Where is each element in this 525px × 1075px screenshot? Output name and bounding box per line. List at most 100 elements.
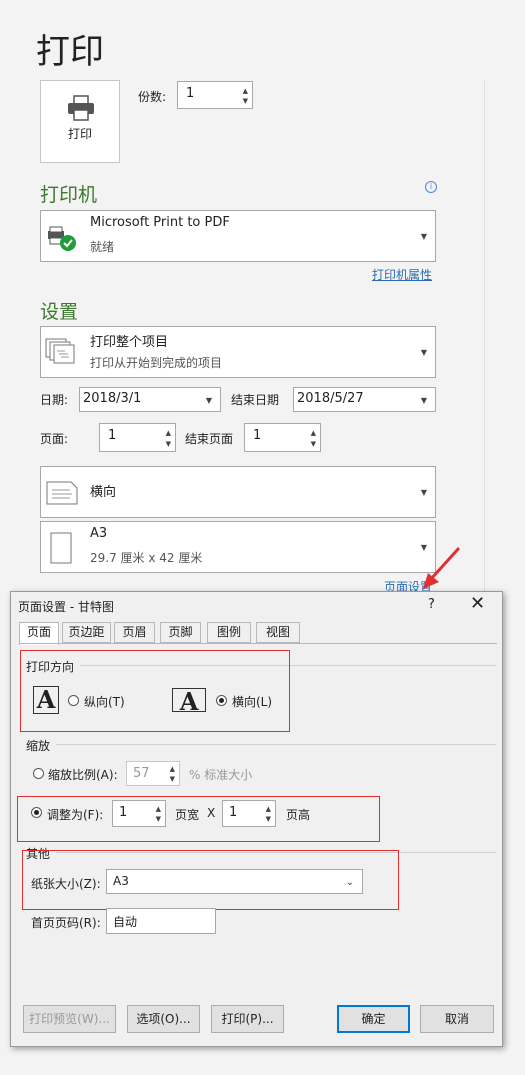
chevron-down-icon: ▼	[420, 488, 427, 497]
info-icon[interactable]: i	[425, 181, 437, 193]
tab-margins[interactable]: 页边距	[62, 622, 111, 643]
close-icon[interactable]: ✕	[470, 593, 485, 614]
fit-x-label: X	[207, 806, 216, 820]
portrait-page-icon	[50, 532, 72, 564]
start-date-picker[interactable]: 2018/3/1 ▼	[79, 387, 221, 412]
chevron-down-icon: ⌄	[345, 877, 354, 888]
end-date-value: 2018/5/27	[297, 391, 364, 406]
start-date-value: 2018/3/1	[83, 391, 142, 406]
copies-value: 1	[186, 86, 195, 101]
printer-dropdown[interactable]: Microsoft Print to PDF 就绪 ▼	[40, 210, 436, 262]
date-label: 日期:	[40, 393, 69, 407]
print-dialog-button[interactable]: 打印(P)...	[211, 1005, 284, 1033]
page-title: 打印	[36, 32, 104, 72]
spin-down-icon[interactable]: ▼	[170, 775, 175, 783]
adjust-label[interactable]: 缩放比例(A):	[48, 766, 118, 783]
adjust-stepper[interactable]: 57 ▲ ▼	[126, 761, 180, 786]
printer-properties-link[interactable]: 打印机属性	[372, 266, 432, 283]
fit-tall-label: 页高	[286, 808, 311, 822]
first-page-input[interactable]: 自动	[106, 908, 216, 934]
first-page-value: 自动	[113, 915, 138, 929]
paper-dimensions: 29.7 厘米 x 42 厘米	[90, 551, 203, 565]
portrait-a-icon: A	[33, 686, 59, 714]
landscape-radio[interactable]	[216, 695, 227, 706]
paper-size-dropdown[interactable]: A3 29.7 厘米 x 42 厘米 ▼	[40, 521, 436, 573]
fit-tall-value: 1	[229, 805, 238, 820]
chevron-down-icon: ▼	[420, 232, 427, 241]
spin-down-icon[interactable]: ▼	[311, 440, 316, 448]
printer-status: 就绪	[90, 240, 115, 254]
orientation-value: 横向	[90, 485, 117, 500]
fit-to-label[interactable]: 调整为(F):	[47, 806, 103, 823]
orientation-dropdown[interactable]: 横向 ▼	[40, 466, 436, 518]
spin-up-icon[interactable]: ▲	[311, 429, 316, 437]
adjust-radio[interactable]	[33, 768, 44, 779]
landscape-a-icon: A	[172, 688, 206, 715]
panel-divider	[484, 80, 485, 600]
paper-name: A3	[90, 526, 108, 541]
settings-section-title: 设置	[40, 301, 79, 323]
print-button[interactable]: 打印	[40, 80, 120, 163]
fit-wide-label: 页宽	[175, 808, 200, 822]
spin-up-icon[interactable]: ▲	[243, 87, 248, 95]
first-page-label: 首页页码(R):	[31, 916, 101, 930]
spin-down-icon[interactable]: ▼	[266, 815, 271, 823]
spin-down-icon[interactable]: ▼	[156, 815, 161, 823]
spin-up-icon[interactable]: ▲	[166, 429, 171, 437]
end-page-stepper[interactable]: 1 ▲ ▼	[244, 423, 321, 452]
pages-icon	[45, 338, 75, 364]
fit-wide-stepper[interactable]: 1 ▲ ▼	[112, 800, 166, 827]
copies-stepper[interactable]: 1 ▲ ▼	[177, 81, 253, 109]
tab-view[interactable]: 视图	[256, 622, 300, 643]
chevron-down-icon: ▼	[420, 348, 427, 357]
annotation-arrow	[423, 546, 461, 589]
scope-title: 打印整个项目	[90, 335, 169, 350]
spin-up-icon[interactable]: ▲	[170, 765, 175, 773]
scope-subtitle: 打印从开始到完成的项目	[90, 356, 223, 370]
end-page-value: 1	[253, 428, 262, 443]
paper-size-select[interactable]: A3 ⌄	[106, 869, 363, 894]
end-date-picker[interactable]: 2018/5/27 ▼	[293, 387, 436, 412]
adjust-value: 57	[133, 766, 150, 781]
landscape-label[interactable]: 横向(L)	[232, 693, 272, 710]
ok-button[interactable]: 确定	[337, 1005, 410, 1033]
print-preview-button[interactable]: 打印预览(W)...	[23, 1005, 116, 1033]
options-button[interactable]: 选项(O)...	[127, 1005, 200, 1033]
spin-up-icon[interactable]: ▲	[156, 805, 161, 813]
highlight-box	[20, 650, 290, 732]
cancel-button[interactable]: 取消	[420, 1005, 494, 1033]
scaling-group-label: 缩放	[26, 739, 51, 753]
fit-wide-value: 1	[119, 805, 128, 820]
help-icon[interactable]: ?	[428, 597, 435, 612]
dialog-title: 页面设置 - 甘特图	[18, 600, 114, 614]
spin-down-icon[interactable]: ▼	[166, 440, 171, 448]
print-scope-dropdown[interactable]: 打印整个项目 打印从开始到完成的项目 ▼	[40, 326, 436, 378]
copies-label: 份数:	[138, 90, 167, 104]
paper-size-select-value: A3	[113, 874, 129, 888]
printer-section-title: 打印机	[40, 184, 98, 206]
fit-to-radio[interactable]	[31, 807, 42, 818]
portrait-label[interactable]: 纵向(T)	[84, 693, 125, 710]
landscape-page-icon	[46, 481, 78, 505]
spin-down-icon[interactable]: ▼	[243, 97, 248, 105]
tab-header[interactable]: 页眉	[114, 622, 155, 643]
start-page-stepper[interactable]: 1 ▲ ▼	[99, 423, 176, 452]
fit-tall-stepper[interactable]: 1 ▲ ▼	[222, 800, 276, 827]
page-label: 页面:	[40, 432, 69, 446]
portrait-radio[interactable]	[68, 695, 79, 706]
group-divider	[56, 744, 496, 745]
paper-size-label: 纸张大小(Z):	[31, 877, 101, 891]
chevron-down-icon: ▼	[420, 396, 427, 405]
adjust-suffix: % 标准大小	[189, 768, 253, 782]
tab-legend[interactable]: 图例	[207, 622, 251, 643]
tab-footer[interactable]: 页脚	[160, 622, 201, 643]
printer-ready-icon	[48, 226, 76, 251]
spin-up-icon[interactable]: ▲	[266, 805, 271, 813]
printer-name: Microsoft Print to PDF	[90, 215, 230, 230]
tab-page[interactable]: 页面	[19, 622, 59, 645]
print-button-label: 打印	[67, 127, 92, 141]
end-page-label: 结束页面	[185, 432, 234, 446]
end-date-label: 结束日期	[231, 393, 280, 407]
chevron-down-icon: ▼	[205, 396, 212, 405]
start-page-value: 1	[108, 428, 117, 443]
